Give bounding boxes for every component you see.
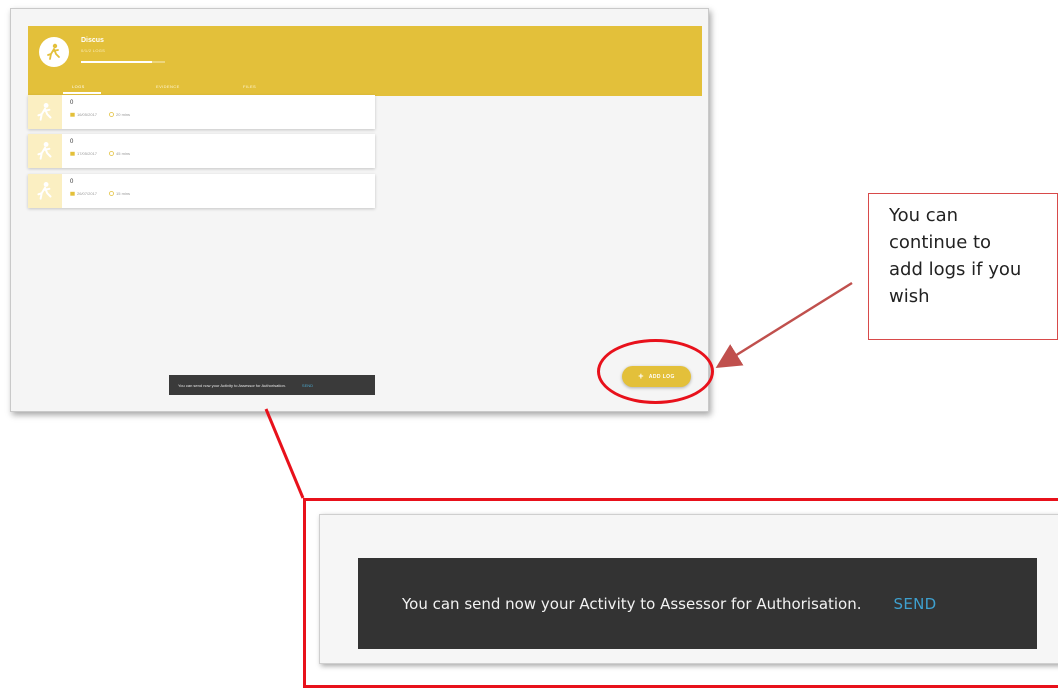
calendar-icon xyxy=(70,151,75,156)
snackbar: You can send now your Activity to Assess… xyxy=(169,375,375,395)
athlete-icon xyxy=(39,37,69,67)
send-button[interactable]: SEND xyxy=(894,595,937,613)
athlete-icon xyxy=(28,174,62,208)
athlete-icon xyxy=(28,134,62,168)
send-button[interactable]: SEND xyxy=(302,383,313,388)
tab-files[interactable]: FILES xyxy=(243,84,256,89)
callout-arrow xyxy=(715,281,853,368)
log-duration: 45 mins xyxy=(116,151,131,156)
log-card[interactable]: 0 26/07/2017 15 mins xyxy=(28,174,375,208)
log-date: 16/05/2017 xyxy=(77,112,98,117)
zoom-screenshot: You can send now your Activity to Assess… xyxy=(319,514,1058,664)
log-meta: 16/05/2017 20 mins xyxy=(70,112,130,117)
calendar-icon xyxy=(70,112,75,117)
log-title: 0 xyxy=(70,179,74,185)
progress-fill xyxy=(81,61,153,63)
clock-icon xyxy=(109,191,114,196)
zoom-connector-line xyxy=(264,408,305,499)
log-duration: 20 mins xyxy=(116,112,131,117)
log-date: 17/05/2017 xyxy=(77,151,98,156)
snackbar-message: You can send now your Activity to Assess… xyxy=(178,382,286,388)
snackbar-zoomed: You can send now your Activity to Assess… xyxy=(358,558,1037,649)
log-card[interactable]: 0 17/05/2017 45 mins xyxy=(28,134,375,168)
log-meta: 17/05/2017 45 mins xyxy=(70,151,130,156)
clock-icon xyxy=(109,151,114,156)
tab-logs[interactable]: LOGS xyxy=(72,84,85,89)
zoom-inset: You can send now your Activity to Assess… xyxy=(303,498,1058,688)
log-title: 0 xyxy=(70,100,74,106)
progress-bar xyxy=(81,61,165,63)
snackbar-message: You can send now your Activity to Assess… xyxy=(402,594,862,613)
log-duration: 15 mins xyxy=(116,191,131,196)
activity-subtitle: 0/1/2 LOGS xyxy=(81,48,106,53)
callout-box: You can continue to add logs if you wish xyxy=(868,193,1058,340)
highlight-ellipse xyxy=(597,339,714,404)
log-meta: 26/07/2017 15 mins xyxy=(70,191,130,196)
log-card[interactable]: 0 16/05/2017 20 mins xyxy=(28,95,375,129)
activity-header: Discus 0/1/2 LOGS LOGS EVIDENCE FILES xyxy=(28,26,702,96)
activity-title: Discus xyxy=(81,37,104,44)
log-title: 0 xyxy=(70,139,74,145)
log-date: 26/07/2017 xyxy=(77,191,98,196)
athlete-icon xyxy=(28,95,62,129)
active-tab-indicator xyxy=(63,92,101,94)
clock-icon xyxy=(109,112,114,117)
app-screenshot: Discus 0/1/2 LOGS LOGS EVIDENCE FILES 0 … xyxy=(10,8,709,412)
tab-evidence[interactable]: EVIDENCE xyxy=(156,84,180,89)
calendar-icon xyxy=(70,191,75,196)
